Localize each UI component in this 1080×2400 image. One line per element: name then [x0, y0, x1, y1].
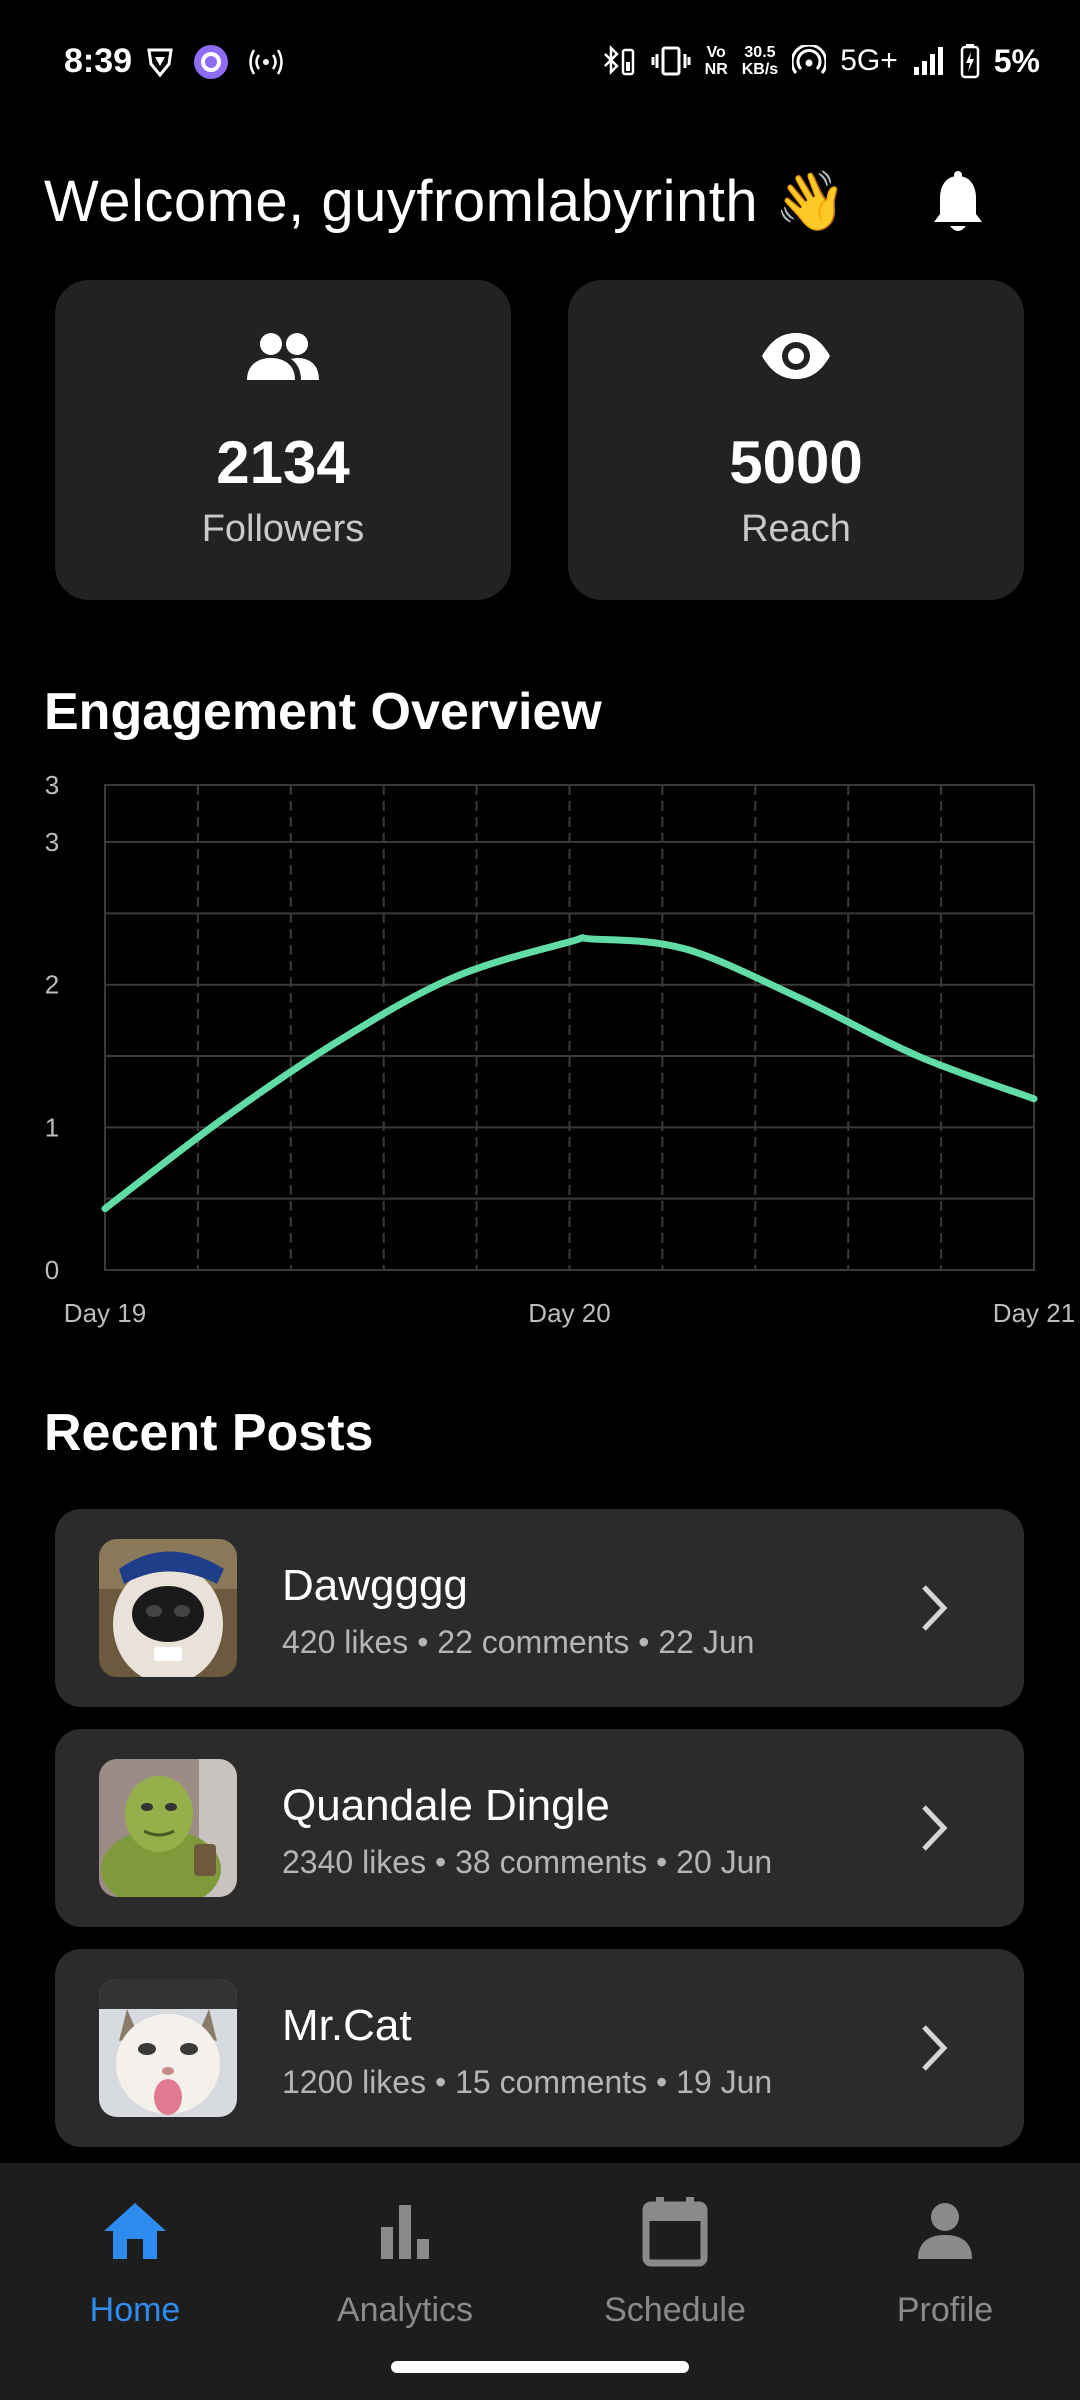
reach-label: Reach — [741, 508, 851, 550]
net-speed: 30.5 KB/s — [742, 44, 778, 78]
volte-top: Vo — [706, 44, 726, 61]
eye-icon — [762, 333, 830, 379]
y-tick-label: 3 — [45, 770, 59, 800]
post-card-dawgggg[interactable]: Dawgggg 420 likes • 22 comments • 22 Jun — [55, 1509, 1024, 1707]
signal-icon — [913, 47, 943, 75]
hotspot-icon — [249, 49, 283, 75]
engagement-chart: 3 3 2 1 0Day 19 Day 20 Day 21 — [45, 770, 1075, 1328]
nav-profile-label: Profile — [896, 2291, 994, 2329]
y-tick-label: 0 — [45, 1255, 59, 1285]
nav-analytics[interactable]: Analytics — [285, 2191, 525, 2361]
post-card-quandale[interactable]: Quandale Dingle 2340 likes • 38 comments… — [55, 1729, 1024, 1927]
nav-analytics-label: Analytics — [336, 2291, 474, 2329]
welcome-text: Welcome, guyfromlabyrinth 👋 — [44, 169, 848, 234]
followers-label: Followers — [201, 508, 365, 550]
reach-count: 5000 — [729, 429, 863, 496]
post-title: Quandale Dingle — [282, 1781, 610, 1830]
bell-icon[interactable] — [928, 170, 988, 240]
followers-card[interactable]: 2134 Followers — [55, 280, 511, 600]
x-tick-label: Day 20 — [528, 1298, 610, 1328]
nav-profile[interactable]: Profile — [825, 2191, 1065, 2361]
home-icon — [104, 2203, 166, 2259]
vibrate-icon — [651, 46, 691, 76]
recent-posts-title: Recent Posts — [44, 1404, 374, 1462]
post-meta: 1200 likes • 15 comments • 19 Jun — [282, 2064, 773, 2100]
status-bar: 8:39 Vo NR 30.5 KB/s 5G+ 5% — [0, 0, 1080, 120]
post-title: Mr.Cat — [282, 2001, 412, 2050]
cat-photo — [99, 1979, 237, 2117]
net-speed-value: 30.5 — [744, 44, 776, 61]
status-left-icons — [145, 42, 285, 82]
brave-icon — [147, 48, 173, 78]
post-title: Dawgggg — [282, 1561, 468, 1610]
green-figure-photo — [99, 1759, 237, 1897]
calendar-icon — [642, 2197, 708, 2267]
nav-schedule[interactable]: Schedule — [555, 2191, 795, 2361]
battery-charging-icon — [960, 44, 979, 79]
y-tick-label: 1 — [45, 1112, 59, 1142]
nav-home-label: Home — [89, 2291, 181, 2329]
post-meta: 420 likes • 22 comments • 22 Jun — [282, 1624, 755, 1660]
engagement-title: Engagement Overview — [44, 683, 602, 741]
volte-indicator: Vo NR — [705, 44, 728, 78]
nav-home[interactable]: Home — [15, 2191, 255, 2361]
bluetooth-battery-icon — [603, 44, 634, 76]
dog-photo — [99, 1539, 237, 1677]
followers-count: 2134 — [216, 429, 350, 496]
chevron-right-icon — [922, 2025, 948, 2071]
network-type: 5G+ — [840, 44, 898, 77]
people-icon — [247, 333, 319, 380]
x-tick-label: Day 21 — [993, 1298, 1075, 1328]
post-meta: 2340 likes • 38 comments • 20 Jun — [282, 1844, 773, 1880]
volte-bottom: NR — [704, 61, 728, 78]
status-right-icons: Vo NR 30.5 KB/s 5G+ 5% — [601, 38, 1040, 84]
net-speed-unit: KB/s — [741, 61, 779, 78]
chevron-right-icon — [922, 1585, 948, 1631]
chevron-right-icon — [922, 1805, 948, 1851]
home-indicator — [391, 2361, 689, 2373]
status-time: 8:39 — [64, 42, 133, 80]
app-icon — [194, 45, 228, 79]
battery-percent: 5% — [993, 42, 1040, 79]
person-icon — [918, 2203, 972, 2259]
y-tick-label: 3 — [45, 827, 59, 857]
bar-chart-icon — [381, 2205, 429, 2259]
wifi-calling-icon — [792, 45, 827, 74]
reach-card[interactable]: 5000 Reach — [568, 280, 1024, 600]
nav-schedule-label: Schedule — [604, 2291, 746, 2329]
y-tick-label: 2 — [45, 970, 59, 1000]
post-card-mrcat[interactable]: Mr.Cat 1200 likes • 15 comments • 19 Jun — [55, 1949, 1024, 2147]
x-tick-label: Day 19 — [64, 1298, 146, 1328]
